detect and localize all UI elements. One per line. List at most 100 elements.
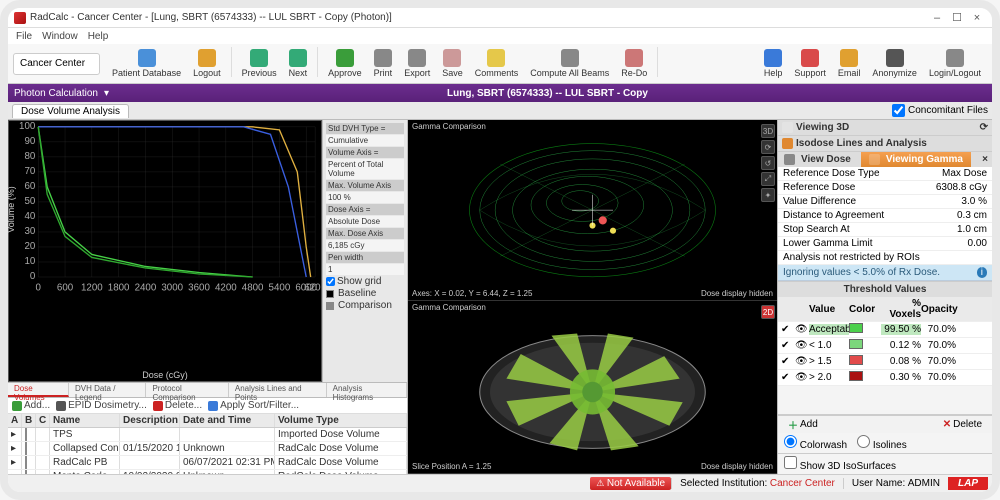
property-row[interactable]: Value Difference3.0 %	[778, 195, 992, 209]
sort-quick-button[interactable]: Apply Sort/Filter...	[208, 400, 299, 411]
loginout-icon	[946, 49, 964, 67]
delete-quick-button[interactable]: Delete...	[153, 400, 202, 411]
showgrid-checkbox[interactable]	[326, 277, 335, 286]
viewing-3d-header[interactable]: Viewing 3D ⟳	[778, 120, 992, 135]
loginout-button[interactable]: Login/Logout	[923, 47, 987, 80]
add-quick-button[interactable]: Add...	[12, 400, 50, 411]
save-button[interactable]: Save	[436, 47, 469, 80]
colorwash-radio[interactable]: Colorwash	[784, 435, 847, 451]
property-row[interactable]: Reference Dose6308.8 cGy	[778, 181, 992, 195]
concomitant-checkbox[interactable]	[892, 104, 905, 117]
delete-threshold-button[interactable]: ✕Delete	[937, 418, 988, 431]
logout-icon	[198, 49, 216, 67]
menu-help[interactable]: Help	[88, 31, 109, 42]
property-row[interactable]: Reference Dose TypeMax Dose	[778, 167, 992, 181]
help-button[interactable]: Help	[758, 47, 789, 80]
analysis-tab[interactable]: Analysis Histograms	[327, 383, 407, 397]
brand-badge: LAP	[948, 477, 988, 490]
site-selected: Cancer Center	[20, 58, 85, 69]
vol-axis-value[interactable]: Percent of Total Volume	[326, 159, 404, 179]
table-row[interactable]: ▸RadCalc PB06/07/2021 02:31 PMRadCalc Do…	[8, 456, 407, 470]
analysis-tab[interactable]: Analysis Lines and Points	[229, 383, 327, 397]
viewdose-header: View Dose Viewing Gamma ×	[778, 152, 992, 167]
max-vol-label: Max. Volume Axis	[326, 180, 404, 191]
site-selector[interactable]: Cancer Center	[13, 53, 100, 75]
middle-column: Gamma Comparison Axes	[408, 120, 778, 474]
threshold-row[interactable]: ✔👁< 1.00.12 %70.0%	[778, 338, 992, 354]
x-axis-label: Dose (cGy)	[142, 370, 188, 380]
analysis-tab[interactable]: Protocol Comparison	[146, 383, 228, 397]
close-icon[interactable]: ×	[978, 154, 992, 165]
compute-button[interactable]: Compute All Beams	[524, 47, 615, 80]
view-gamma-tab[interactable]: Viewing Gamma	[861, 152, 971, 167]
viewer-2d[interactable]: Gamma Comparison Slice Position A = 1.25…	[408, 301, 777, 474]
viewer-tool-button[interactable]: ⟳	[761, 140, 775, 154]
isolines-radio[interactable]: Isolines	[857, 435, 907, 451]
email-icon	[840, 49, 858, 67]
save-icon	[443, 49, 461, 67]
viewer-tool-button[interactable]: ✦	[761, 188, 775, 202]
viewer-tool-button[interactable]: 3D	[761, 124, 775, 138]
calc-mode[interactable]: Photon Calculation	[14, 88, 98, 99]
viewer-tool-button[interactable]: ⤢	[761, 172, 775, 186]
threshold-row[interactable]: ✔👁> 2.00.30 %70.0%	[778, 370, 992, 386]
support-button[interactable]: Support	[788, 47, 832, 80]
show-iso-toggle[interactable]: Show 3D IsoSurfaces	[784, 461, 896, 472]
comparison-legend: Comparison	[326, 300, 404, 311]
analysis-tab[interactable]: Dose Volumes	[8, 383, 69, 397]
info-icon[interactable]: i	[977, 267, 987, 278]
viewer-3d[interactable]: Gamma Comparison Axes	[408, 120, 777, 301]
approve-button[interactable]: Approve	[322, 47, 368, 80]
svg-text:10: 10	[24, 256, 35, 267]
property-row[interactable]: Analysis not restricted by ROIs	[778, 251, 992, 265]
export-button[interactable]: Export	[398, 47, 436, 80]
property-row[interactable]: Distance to Agreement0.3 cm	[778, 209, 992, 223]
print-button[interactable]: Print	[368, 47, 399, 80]
table-row[interactable]: ▸Collapsed Cone01/15/2020 11:19 PMUnknow…	[8, 442, 407, 456]
concomitant-toggle[interactable]: Concomitant Files	[892, 104, 988, 117]
minimize-button[interactable]: –	[928, 11, 946, 25]
comments-button[interactable]: Comments	[469, 47, 525, 80]
tab-dose-volume-analysis[interactable]: Dose Volume Analysis	[12, 104, 129, 118]
table-row[interactable]: ▸Monte Carlo10/02/2020 03:21 PMUnknownRa…	[8, 470, 407, 474]
patient-db-button[interactable]: Patient Database	[106, 47, 187, 80]
epid-quick-button[interactable]: EPID Dosimetry...	[56, 400, 147, 411]
prev-button[interactable]: Previous	[236, 47, 283, 80]
left-column: 0600120018002400300036004200480054006000…	[8, 120, 408, 474]
threshold-row[interactable]: ✔👁Acceptable99.50 %70.0%	[778, 322, 992, 338]
add-threshold-button[interactable]: ＋Add	[782, 416, 824, 433]
maximize-button[interactable]: ☐	[948, 11, 966, 25]
view-dose-tab[interactable]: View Dose	[778, 152, 857, 167]
svg-text:90: 90	[24, 136, 35, 147]
max-dose-value[interactable]: 6,185 cGy	[326, 240, 404, 251]
email-button[interactable]: Email	[832, 47, 867, 80]
menu-file[interactable]: File	[16, 31, 32, 42]
swatch-icon	[326, 290, 334, 298]
redo-button[interactable]: Re-Do	[615, 47, 653, 80]
table-row[interactable]: ▸TPSImported Dose Volume	[8, 428, 407, 442]
close-button[interactable]: ×	[968, 11, 986, 25]
menu-window[interactable]: Window	[42, 31, 78, 42]
threshold-row[interactable]: ✔👁> 1.50.08 %70.0%	[778, 354, 992, 370]
logout-button[interactable]: Logout	[187, 47, 227, 80]
main-area: 0600120018002400300036004200480054006000…	[8, 120, 992, 474]
analysis-tab[interactable]: DVH Data / Legend	[69, 383, 146, 397]
property-row[interactable]: Stop Search At1.0 cm	[778, 223, 992, 237]
dvh-type-value[interactable]: Cumulative	[326, 135, 404, 146]
badge-2d[interactable]: 2D	[761, 305, 775, 319]
svg-text:70: 70	[24, 166, 35, 177]
next-button[interactable]: Next	[283, 47, 314, 80]
pen-width-value[interactable]: 1	[326, 264, 404, 275]
anonymize-button[interactable]: Anonymize	[866, 47, 923, 80]
dvh-chart[interactable]: 0600120018002400300036004200480054006000…	[8, 120, 322, 382]
refresh-icon[interactable]: ⟳	[980, 122, 988, 133]
cube-icon	[782, 122, 793, 133]
dose-axis-value[interactable]: Absolute Dose	[326, 216, 404, 227]
max-vol-value[interactable]: 100 %	[326, 192, 404, 203]
not-available-badge[interactable]: ⚠ Not Available	[590, 477, 671, 490]
grid-header: A B C Name Description Date and Time Vol…	[8, 414, 407, 428]
showgrid-toggle[interactable]: Show grid	[326, 276, 404, 287]
property-row[interactable]: Lower Gamma Limit0.00	[778, 237, 992, 251]
viewer-tool-button[interactable]: ↺	[761, 156, 775, 170]
isodose-header[interactable]: Isodose Lines and Analysis	[778, 136, 992, 151]
